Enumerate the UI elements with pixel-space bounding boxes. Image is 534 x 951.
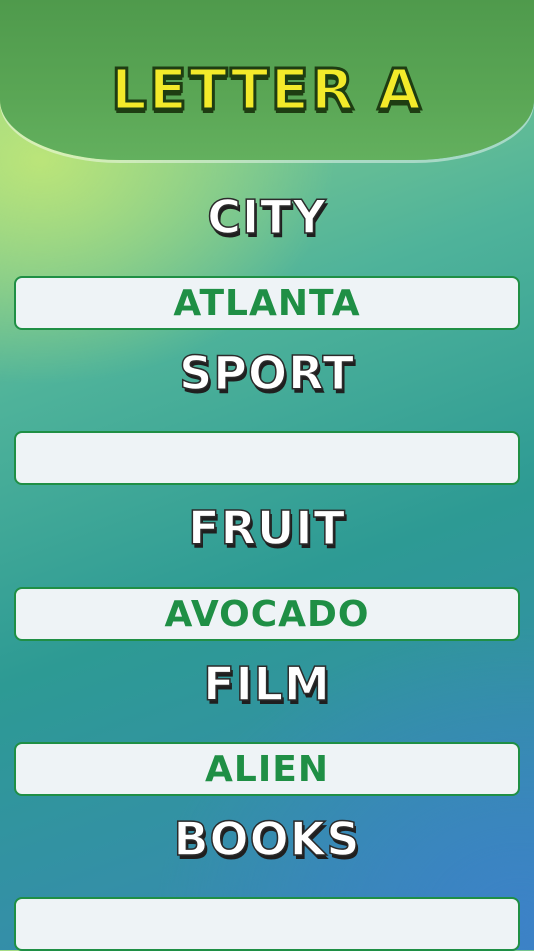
- category-label-film: FILM: [202, 656, 331, 712]
- category-label-city: CITY: [206, 189, 327, 245]
- answer-field-film[interactable]: ALIEN: [14, 742, 520, 796]
- category-label-fruit: FRUIT: [187, 500, 346, 556]
- page-title: LETTER A: [110, 57, 423, 125]
- category-label-sport: SPORT: [178, 345, 355, 401]
- answer-field-fruit[interactable]: AVOCADO: [14, 587, 520, 641]
- answer-field-books[interactable]: [14, 897, 520, 951]
- answer-field-city[interactable]: ATLANTA: [14, 276, 520, 330]
- header-banner: LETTER A: [0, 0, 534, 160]
- category-label-books: BOOKS: [173, 811, 361, 867]
- answer-field-sport[interactable]: [14, 431, 520, 485]
